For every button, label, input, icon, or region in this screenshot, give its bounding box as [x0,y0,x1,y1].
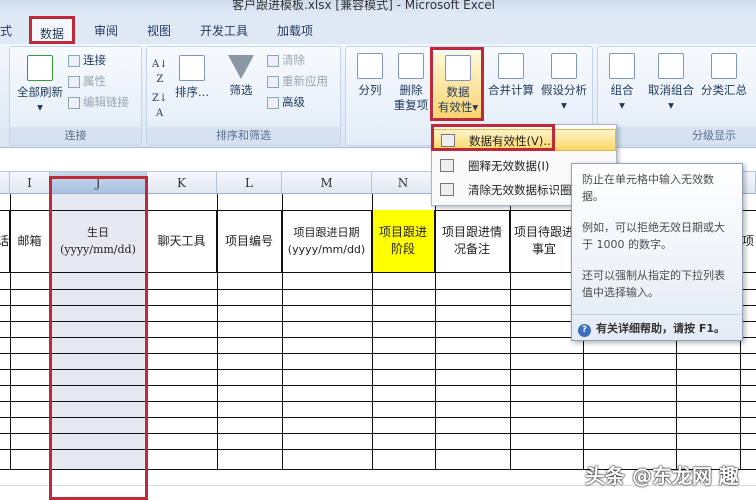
what-if-button[interactable]: 假设分析 ▾ [538,53,590,113]
tab-developer[interactable]: 开发工具 [200,22,248,39]
remove-duplicates-label-2: 重复项 [393,98,429,112]
header-cell-followup-stage[interactable]: 项目跟进 阶段 [372,210,435,273]
text-to-columns-icon [357,53,383,79]
header-cell-project-id[interactable]: 项目编号 [217,210,282,273]
tooltip-text-3: 还可以强制从指定的下拉列表值中选择输入。 [582,269,725,299]
header-cell-phone[interactable]: 话 [0,210,10,273]
header-cell-email[interactable]: 邮箱 [10,210,50,273]
group-label: 分级显示 [598,127,756,145]
filter-label: 筛选 [229,83,253,97]
connections-label: 连接 [83,53,106,67]
menu-highlight [431,124,555,151]
group-label: 连接 [10,127,141,145]
consolidate-icon [498,53,524,79]
column-header-M[interactable]: M [282,172,372,194]
reapply-button[interactable]: 重新应用 [267,74,328,89]
what-if-label: 假设分析 [541,83,587,97]
funnel-icon [228,55,254,79]
tooltip-text-1: 防止在单元格中输入无效数据。 [582,173,714,203]
consolidate-button[interactable]: 合并计算 [486,53,536,98]
tooltip: 防止在单元格中输入无效数据。 例如，可以拒绝无效日期或大于 1000 的数字。 … [571,163,743,341]
sort-button[interactable]: 排序... [175,55,209,100]
header-cell-followup-notes[interactable]: 项目跟进情 况备注 [435,210,510,273]
group-connections: 全部刷新 ▾ 连接 属性 编辑链接 连接 [9,46,142,146]
connections-button[interactable]: 连接 [68,53,106,68]
tooltip-help-text: 有关详细帮助，请按 F1。 [596,322,725,335]
tab-view[interactable]: 视图 [147,22,171,39]
header-cell-chat-tool[interactable]: 聊天工具 [147,210,217,273]
header-cell-followup-date[interactable]: 项目跟进日期 (yyyy/mm/dd) [282,210,372,273]
remove-duplicates-icon [398,53,424,79]
properties-label: 属性 [83,74,106,88]
group-button[interactable]: 组合 ▾ [602,53,642,113]
sort-descending-button[interactable]: Z↓ A [152,91,167,121]
clear-label: 清除 [282,53,305,67]
what-if-icon [551,53,577,79]
remove-duplicates-button[interactable]: 删除 重复项 [392,53,430,113]
sort-icon [179,55,205,81]
sort-label: 排序... [175,85,209,99]
validation-highlight [430,47,484,121]
column-header-I[interactable]: I [10,172,50,194]
edit-links-button[interactable]: 编辑链接 [68,95,129,110]
group-icon [609,53,635,79]
refresh-all-label: 全部刷新 [17,85,63,99]
subtotal-label: 分类汇总 [701,83,747,97]
reapply-label: 重新应用 [282,74,328,88]
refresh-all-button[interactable]: 全部刷新 ▾ [14,55,66,115]
help-icon: ? [578,324,591,337]
connections-icon [68,54,80,67]
properties-icon [68,75,80,88]
advanced-filter-icon [267,96,279,109]
group-label-text: 组合 [610,83,634,97]
edit-links-label: 编辑链接 [83,95,129,109]
advanced-label: 高级 [282,95,305,109]
tab-data[interactable]: 数据 [29,16,76,44]
text-to-columns-button[interactable]: 分列 [350,53,390,98]
tab-addins[interactable]: 加载项 [277,22,313,39]
column-header-K[interactable]: K [147,172,217,194]
watermark: 头条 @东龙网 趣 [585,464,739,488]
edit-links-icon [68,96,80,109]
sort-ascending-button[interactable]: A↓ Z [152,57,168,87]
tooltip-help: ? 有关详细帮助，请按 F1。 [572,314,742,340]
menu-item-label: 清除无效数据标识圈 [468,183,572,197]
refresh-icon [27,55,53,81]
circle-invalid-icon [440,159,454,172]
tab-review[interactable]: 审阅 [94,22,118,39]
remove-duplicates-label: 删除 [399,83,423,97]
group-sort-filter: A↓ Z Z↓ A 排序... 筛选 清除 重新应用 高级 排序和筛选 [146,46,341,146]
tab-formulas[interactable]: 式 [0,22,12,39]
column-header-H[interactable] [0,172,10,194]
ungroup-button[interactable]: 取消组合 ▾ [646,53,696,113]
window-title: 客户跟进模板.xlsx [兼容模式] - Microsoft Excel [232,0,495,12]
subtotal-icon [711,53,737,79]
tooltip-text-2: 例如，可以拒绝无效日期或大于 1000 的数字。 [582,221,725,251]
filter-button[interactable]: 筛选 [225,55,257,98]
text-to-columns-label: 分列 [358,83,382,97]
ungroup-label: 取消组合 [648,83,694,97]
group-outline: 组合 ▾ 取消组合 ▾ 分类汇总 分级显示 [597,46,756,146]
advanced-button[interactable]: 高级 [267,95,305,110]
clear-circles-icon [440,183,454,196]
reapply-icon [267,75,279,88]
ungroup-icon [658,53,684,79]
ribbon: 全部刷新 ▾ 连接 属性 编辑链接 连接 A↓ Z Z↓ A 排序... 筛选 清除 … [0,44,756,148]
properties-button[interactable]: 属性 [68,74,106,89]
column-header-L[interactable]: L [217,172,282,194]
ribbon-tabs: 式 数据 审阅 视图 开发工具 加载项 [0,14,756,44]
column-J-highlight [49,176,148,500]
group-label: 排序和筛选 [147,127,340,145]
consolidate-label: 合并计算 [488,83,534,97]
menu-item-label: 圈释无效数据(I) [468,159,550,173]
subtotal-button[interactable]: 分类汇总 [698,53,750,98]
column-header-N[interactable]: N [372,172,435,194]
title-bar: 客户跟进模板.xlsx [兼容模式] - Microsoft Excel [0,0,756,14]
clear-button[interactable]: 清除 [267,53,305,68]
clear-icon [267,54,279,67]
